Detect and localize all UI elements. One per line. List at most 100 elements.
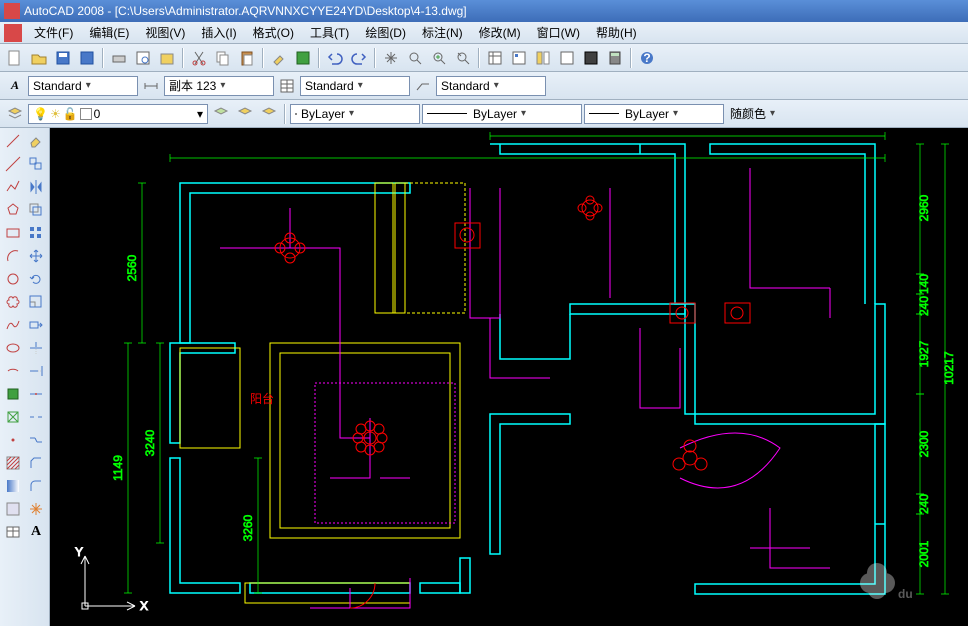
linetype-combo[interactable]: ByLayer: [584, 104, 724, 124]
plot-style-combo[interactable]: 随颜色: [726, 104, 796, 124]
erase-icon[interactable]: [25, 130, 47, 152]
table-style-icon[interactable]: [276, 75, 298, 97]
menu-window[interactable]: 窗口(W): [529, 22, 588, 43]
menu-edit[interactable]: 编辑(E): [81, 22, 137, 43]
fillet-icon[interactable]: [25, 475, 47, 497]
svg-text:2001: 2001: [917, 540, 931, 567]
save-icon[interactable]: [52, 47, 74, 69]
rectangle-icon[interactable]: [2, 222, 24, 244]
rotate-icon[interactable]: [25, 268, 47, 290]
block-editor-icon[interactable]: [292, 47, 314, 69]
layer-previous-icon[interactable]: [234, 103, 256, 125]
gradient-icon[interactable]: [2, 475, 24, 497]
point-icon[interactable]: [2, 429, 24, 451]
calculator-icon[interactable]: [604, 47, 626, 69]
break-icon[interactable]: [25, 406, 47, 428]
mleader-style-combo[interactable]: Standard: [436, 76, 546, 96]
markup-icon[interactable]: [580, 47, 602, 69]
cut-icon[interactable]: [188, 47, 210, 69]
tool-palettes-icon[interactable]: [532, 47, 554, 69]
color-combo[interactable]: ByLayer: [290, 104, 420, 124]
polygon-icon[interactable]: [2, 199, 24, 221]
trim-icon[interactable]: [25, 337, 47, 359]
zoom-previous-icon[interactable]: [452, 47, 474, 69]
layer-color-swatch: [80, 108, 92, 120]
sheet-set-icon[interactable]: [556, 47, 578, 69]
revcloud-icon[interactable]: [2, 291, 24, 313]
plot-icon[interactable]: [108, 47, 130, 69]
menu-modify[interactable]: 修改(M): [471, 22, 529, 43]
svg-text:du: du: [898, 587, 913, 601]
polyline-icon[interactable]: [2, 176, 24, 198]
layer-manager-icon[interactable]: [4, 103, 26, 125]
spline-icon[interactable]: [2, 314, 24, 336]
app-menu-icon[interactable]: [4, 24, 22, 42]
ellipse-icon[interactable]: [2, 337, 24, 359]
menu-draw[interactable]: 绘图(D): [357, 22, 414, 43]
menu-bar: 文件(F) 编辑(E) 视图(V) 插入(I) 格式(O) 工具(T) 绘图(D…: [0, 22, 968, 44]
break-at-point-icon[interactable]: [25, 383, 47, 405]
table-style-combo[interactable]: Standard: [300, 76, 410, 96]
pan-icon[interactable]: [380, 47, 402, 69]
stretch-icon[interactable]: [25, 314, 47, 336]
properties-icon[interactable]: [484, 47, 506, 69]
make-block-icon[interactable]: [2, 406, 24, 428]
construction-line-icon[interactable]: [2, 153, 24, 175]
circle-icon[interactable]: [2, 268, 24, 290]
plot-preview-icon[interactable]: [132, 47, 154, 69]
arc-icon[interactable]: [2, 245, 24, 267]
table-icon[interactable]: [2, 521, 24, 543]
region-icon[interactable]: [2, 498, 24, 520]
join-icon[interactable]: [25, 429, 47, 451]
text-style-icon[interactable]: A: [4, 75, 26, 97]
sun-icon: ☀: [50, 107, 61, 121]
chamfer-icon[interactable]: [25, 452, 47, 474]
undo-icon[interactable]: [324, 47, 346, 69]
help-icon[interactable]: ?: [636, 47, 658, 69]
copy-object-icon[interactable]: [25, 153, 47, 175]
design-center-icon[interactable]: [508, 47, 530, 69]
offset-icon[interactable]: [25, 199, 47, 221]
dim-style-combo[interactable]: 副本 123: [164, 76, 274, 96]
open-icon[interactable]: [28, 47, 50, 69]
text-style-combo[interactable]: Standard: [28, 76, 138, 96]
new-icon[interactable]: [4, 47, 26, 69]
menu-tools[interactable]: 工具(T): [302, 22, 357, 43]
move-icon[interactable]: [25, 245, 47, 267]
color-value: ByLayer: [301, 107, 345, 121]
layer-combo[interactable]: 💡 ☀ 🔓 0 ▾: [28, 104, 208, 124]
scale-icon[interactable]: [25, 291, 47, 313]
copy-icon[interactable]: [212, 47, 234, 69]
zoom-window-icon[interactable]: [428, 47, 450, 69]
menu-file[interactable]: 文件(F): [26, 22, 81, 43]
insert-block-icon[interactable]: [2, 383, 24, 405]
menu-insert[interactable]: 插入(I): [193, 22, 244, 43]
layer-states-icon[interactable]: [210, 103, 232, 125]
extend-icon[interactable]: [25, 360, 47, 382]
mleader-style-icon[interactable]: [412, 75, 434, 97]
layer-match-icon[interactable]: [258, 103, 280, 125]
publish-icon[interactable]: [156, 47, 178, 69]
zoom-realtime-icon[interactable]: [404, 47, 426, 69]
drawing-viewport[interactable]: 2560 1149 3240 3260 2960 140 240 1927 10…: [50, 128, 968, 626]
ellipse-arc-icon[interactable]: [2, 360, 24, 382]
hatch-icon[interactable]: [2, 452, 24, 474]
mirror-icon[interactable]: [25, 176, 47, 198]
line-icon[interactable]: [2, 130, 24, 152]
paste-icon[interactable]: [236, 47, 258, 69]
ucs-x-label: X: [140, 599, 148, 613]
menu-format[interactable]: 格式(O): [245, 22, 302, 43]
explode-icon[interactable]: [25, 498, 47, 520]
menu-dimension[interactable]: 标注(N): [414, 22, 471, 43]
dim-style-icon[interactable]: [140, 75, 162, 97]
array-icon[interactable]: [25, 222, 47, 244]
menu-view[interactable]: 视图(V): [137, 22, 193, 43]
lineweight-combo[interactable]: ByLayer: [422, 104, 582, 124]
save-as-icon[interactable]: [76, 47, 98, 69]
match-properties-icon[interactable]: [268, 47, 290, 69]
redo-icon[interactable]: [348, 47, 370, 69]
svg-text:10217: 10217: [942, 351, 956, 385]
menu-help[interactable]: 帮助(H): [588, 22, 645, 43]
balcony-label: 阳台: [250, 391, 274, 406]
mtext-icon[interactable]: A: [25, 521, 47, 543]
